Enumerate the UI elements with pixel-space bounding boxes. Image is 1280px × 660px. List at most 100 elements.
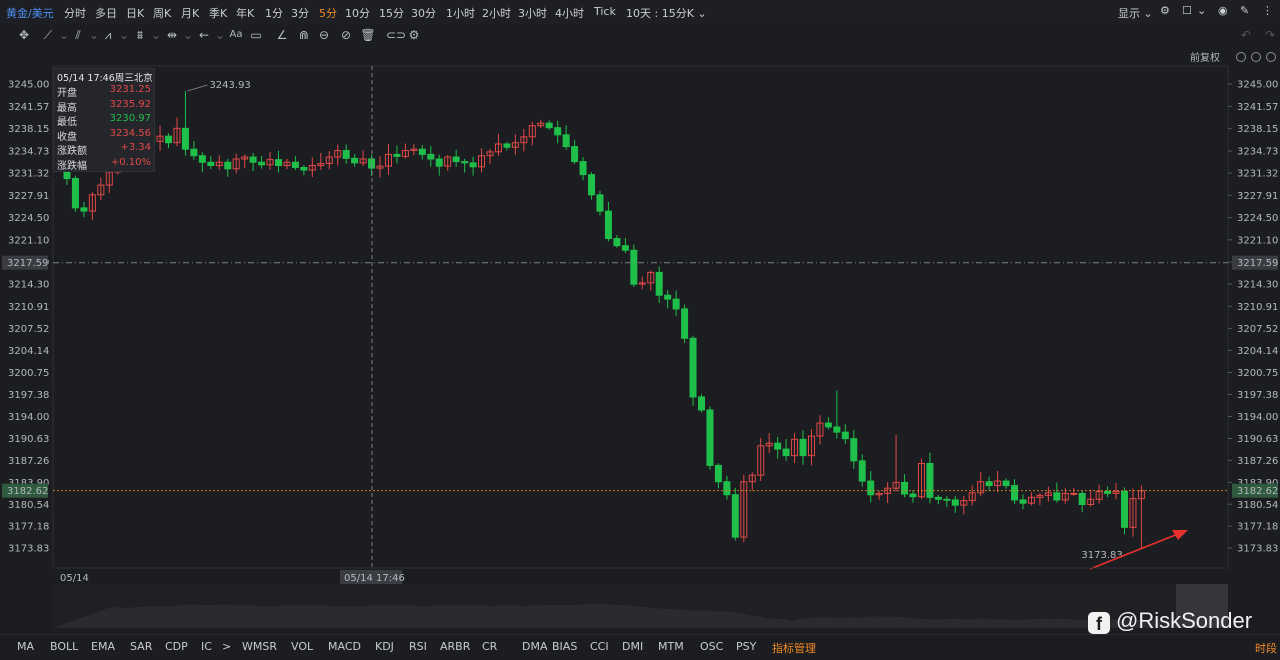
symbol-selector[interactable]: 黄金/美元 (6, 5, 54, 21)
candle-body (672, 298, 680, 310)
period-tab[interactable]: 年K (236, 5, 254, 21)
period-tab[interactable]: 5分 (319, 5, 337, 21)
trend-line-icon[interactable]: ⟋ (40, 27, 56, 43)
y-axis-tick-label-left: 3173.83 (8, 544, 49, 555)
indicator-tab[interactable]: MTM (658, 640, 684, 653)
candle-body (655, 271, 663, 296)
indicator-tab[interactable]: MA (17, 640, 34, 653)
current-price-label-right: 3182.62 (1237, 486, 1278, 497)
display-menu[interactable]: 显示 ⌄ (1118, 5, 1153, 21)
info-value: 3231.25 (109, 84, 151, 95)
y-axis-tick-label-left: 3177.18 (8, 522, 49, 533)
undo-icon[interactable]: ↶ (1238, 27, 1254, 43)
y-axis-tick-label-left: 3224.50 (8, 213, 49, 224)
hide-icon[interactable]: ⊘ (338, 27, 354, 43)
chevron-down-icon[interactable]: ⌄ (148, 27, 164, 43)
period-tab[interactable]: 1小时 (446, 5, 475, 21)
period-tab[interactable]: 月K (181, 5, 199, 21)
chevron-down-icon[interactable]: ⌄ (116, 27, 132, 43)
facebook-logo-icon: f (1088, 612, 1110, 634)
y-axis-tick-label-right: 3194.00 (1237, 412, 1278, 423)
pen-icon[interactable]: ∠ (274, 27, 290, 43)
period-tab[interactable]: 10分 (345, 5, 370, 21)
low-annotation-label: 3173.83 (1081, 550, 1122, 561)
indicator-tab[interactable]: OSC (700, 640, 723, 653)
pen-icon[interactable]: ✎ (1240, 4, 1249, 17)
settings-icon[interactable]: ⚙ (406, 27, 422, 43)
y-axis-tick-label-left: 3207.52 (8, 324, 49, 335)
period-tab[interactable]: 4小时 (555, 5, 584, 21)
indicator-tab[interactable]: VOL (291, 640, 313, 653)
magnet-icon[interactable]: ⋒ (296, 27, 312, 43)
session-tab[interactable]: 时段 (1255, 640, 1277, 656)
indicator-tab[interactable]: IC (201, 640, 212, 653)
indicator-tab[interactable]: CR (482, 640, 497, 653)
trash-icon[interactable]: 🗑 (360, 27, 376, 43)
link-icon[interactable]: ⊂⊃ (386, 27, 406, 43)
parallel-lines-icon[interactable]: ⫽ (70, 27, 86, 43)
settings-icon[interactable]: ⚙ (1160, 4, 1170, 17)
fibonacci-icon[interactable]: ⩩ (132, 27, 148, 43)
indicator-tab[interactable]: WMSR (242, 640, 277, 653)
y-axis-tick-label-left: 3200.75 (8, 368, 49, 379)
candle-body (833, 426, 841, 433)
candle-body (681, 308, 689, 339)
adjust-mode-label[interactable]: 前复权 (1190, 51, 1220, 64)
candlestick-chart[interactable]: 3245.00 3245.00 3241.57 3241.57 3238.15 3238.… (0, 46, 1280, 634)
text-tool-icon[interactable]: Aa (228, 27, 244, 43)
candle-body (1104, 490, 1112, 494)
chevron-down-icon[interactable]: ⌄ (180, 27, 196, 43)
period-tab[interactable]: Tick (594, 5, 616, 18)
y-axis-tick-label-right: 3180.54 (1237, 500, 1278, 511)
period-tab[interactable]: 15分 (379, 5, 404, 21)
indicator-tab[interactable]: ARBR (440, 640, 470, 653)
period-tab[interactable]: 30分 (411, 5, 436, 21)
comment-icon[interactable]: ▭ (248, 27, 264, 43)
indicator-tab[interactable]: MACD (328, 640, 361, 653)
camera-icon[interactable]: ◉ (1218, 4, 1228, 17)
period-tab[interactable]: 1分 (265, 5, 283, 21)
redo-icon[interactable]: ↷ (1262, 27, 1278, 43)
candle-body (1019, 499, 1027, 504)
candle-body (664, 294, 672, 300)
indicator-tab[interactable]: CDP (165, 640, 188, 653)
indicator-tab[interactable]: PSY (736, 640, 756, 653)
wave-icon[interactable]: ⩘ (100, 27, 116, 43)
indicator-tab[interactable]: BIAS (552, 640, 577, 653)
arrow-left-icon[interactable]: ← (196, 27, 212, 43)
reset-icon (1236, 52, 1246, 62)
indicator-tab[interactable]: DMI (622, 640, 643, 653)
indicator-tab[interactable]: SAR (130, 640, 152, 653)
measure-icon[interactable]: ⇹ (164, 27, 180, 43)
indicator-tab[interactable]: > (222, 640, 231, 653)
indicator-tab[interactable]: RSI (409, 640, 427, 653)
info-key: 最低 (57, 117, 77, 128)
period-tab[interactable]: 日K (126, 5, 144, 21)
period-tab[interactable]: 多日 (95, 5, 117, 21)
period-tab[interactable]: 季K (209, 5, 227, 21)
more-icon[interactable]: ⋮ (1262, 4, 1273, 17)
indicator-tab[interactable]: DMA (522, 640, 548, 653)
candle-body (621, 245, 629, 251)
crosshair-move-icon[interactable]: ✥ (16, 27, 32, 43)
indicator-tab[interactable]: CCI (590, 640, 609, 653)
indicator-tab[interactable]: 指标管理 (772, 640, 816, 656)
chevron-down-icon[interactable]: ⌄ (1197, 4, 1206, 17)
lock-icon[interactable]: ⊖ (316, 27, 332, 43)
watermark: f @RiskSonder (1088, 608, 1252, 634)
period-tab[interactable]: 周K (153, 5, 171, 21)
checkbox-icon[interactable]: ☐ (1182, 4, 1192, 17)
candle-body (604, 210, 612, 240)
indicator-tab[interactable]: KDJ (375, 640, 394, 653)
period-tab[interactable]: 2小时 (482, 5, 511, 21)
period-tab[interactable]: 分时 (64, 5, 86, 21)
candle-body (545, 122, 553, 129)
indicator-tab[interactable]: EMA (91, 640, 115, 653)
period-tab[interactable]: 3分 (291, 5, 309, 21)
range-select[interactable]: 10天 : 15分K ⌄ (626, 5, 707, 21)
period-tab[interactable]: 3小时 (518, 5, 547, 21)
indicator-tab[interactable]: BOLL (50, 640, 78, 653)
candle-body (934, 496, 942, 500)
period-bar: 黄金/美元 分时 多日 日K 周K 月K 季K 年K 1分 3分 5分 10分 15分 30分 1小时 2小时… (0, 0, 1280, 25)
chevron-down-icon[interactable]: ⌄ (212, 27, 228, 43)
